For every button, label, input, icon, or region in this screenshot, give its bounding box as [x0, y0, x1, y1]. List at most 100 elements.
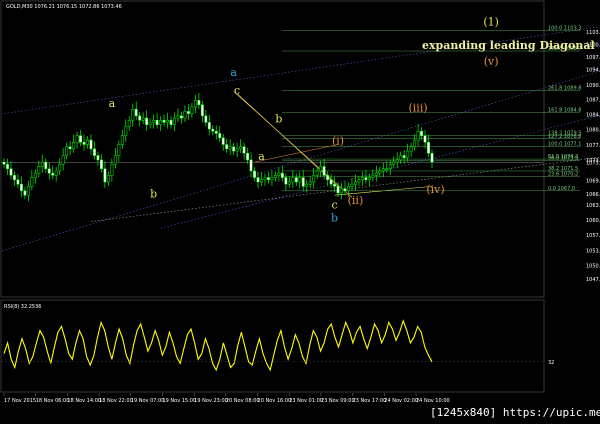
candle-body	[127, 119, 131, 128]
time-tick-label: 24 Nov 02:00	[384, 398, 418, 404]
wave-label: (1)	[483, 15, 499, 28]
price-tick-label: 1060.35	[586, 218, 600, 224]
candle-body	[301, 177, 305, 187]
candle-body	[99, 159, 103, 169]
candle-body	[232, 146, 236, 152]
price-tick-label: 1066.25	[586, 192, 600, 198]
candle-body	[218, 133, 222, 139]
candle-body	[371, 175, 375, 178]
candle-body	[183, 111, 187, 119]
time-tick-label: 18 Nov 22:00	[99, 398, 133, 404]
candle-body	[267, 177, 270, 181]
candle-body	[409, 146, 413, 152]
candle-body	[19, 183, 23, 192]
price-tick-label: 1080.85	[586, 128, 600, 134]
candle-body	[207, 122, 211, 130]
candle-body	[134, 108, 138, 117]
price-tick-label: 1069.35	[586, 178, 600, 184]
candle-body	[256, 177, 260, 183]
candle-body	[221, 137, 225, 145]
candle-body	[322, 166, 326, 176]
candle-body	[162, 119, 166, 123]
candle-body	[211, 128, 215, 132]
candle-body	[392, 161, 396, 165]
candle-body	[180, 115, 183, 119]
candle-body	[33, 172, 37, 178]
time-tick-label: 19 Nov 23:00	[194, 398, 228, 404]
fib-label: 161.8 1084.8	[548, 107, 581, 113]
candle-body	[193, 100, 197, 108]
candle-body	[239, 146, 243, 150]
price-tick-label: 1063.80	[586, 203, 600, 209]
candle-body	[44, 161, 48, 169]
candle-body	[103, 168, 107, 183]
candle-body	[253, 170, 256, 178]
candle-body	[246, 153, 250, 161]
candle-body	[319, 166, 323, 172]
symbol-info: GOLD,M30 1076.21 1076.15 1072.86 1073.46	[6, 4, 122, 10]
candle-body	[347, 186, 350, 192]
candle-body	[280, 172, 284, 178]
time-tick-label: 23 Nov 09:00	[321, 398, 355, 404]
price-tick-label: 1057.00	[586, 233, 600, 239]
candle-body	[326, 175, 330, 181]
candle-body	[416, 131, 420, 141]
candle-body	[413, 139, 417, 147]
candle-body	[58, 164, 62, 172]
candle-body	[166, 119, 169, 123]
candle-body	[148, 122, 152, 125]
candle-body	[72, 142, 76, 150]
wave-label: b	[331, 212, 338, 225]
time-tick-label: 20 Nov 08:00	[226, 398, 260, 404]
candle-body	[110, 164, 114, 176]
wave-label: a	[258, 150, 265, 163]
price-chart[interactable]: 100.0 1103.3161.8 1098.7261.8 1089.8161.…	[0, 0, 600, 424]
candle-body	[190, 106, 194, 114]
candle-body	[343, 188, 347, 192]
candle-body	[6, 164, 9, 169]
fib-label: 0.0 1067.0	[548, 186, 575, 192]
wave-label: a	[109, 97, 116, 110]
candle-body	[360, 177, 364, 181]
candle-body	[340, 188, 343, 194]
time-tick-label: 19 Nov 15:00	[162, 398, 196, 404]
rsi-label: RSI(8) 32.2536	[4, 304, 41, 310]
time-tick-label: 23 Nov 01:00	[289, 398, 323, 404]
time-tick-label: 17 Nov 2015	[4, 398, 36, 404]
candle-body	[169, 119, 173, 125]
candle-body	[430, 153, 434, 163]
wave-label: b	[275, 112, 282, 125]
price-tick-label: 1053.45	[586, 249, 600, 255]
candle-body	[23, 190, 27, 196]
wave-label: b	[150, 187, 157, 200]
candle-body	[93, 148, 96, 156]
candle-body	[287, 181, 291, 185]
fib-label: 100.0 1077.1	[548, 141, 581, 147]
candle-body	[374, 172, 378, 176]
candle-body	[214, 131, 218, 134]
candle-body	[89, 139, 93, 150]
price-tick-label: 1097.35	[586, 55, 600, 61]
candle-body	[305, 183, 309, 187]
candle-body	[120, 135, 124, 145]
candle-body	[30, 177, 34, 187]
candle-body	[273, 175, 277, 178]
price-tick-label: 1090.95	[586, 83, 600, 89]
fib-label: 50.0 1073.9	[548, 155, 578, 161]
candle-body	[284, 177, 288, 185]
candle-body	[350, 183, 354, 187]
price-tick-label: 1094.50	[586, 68, 600, 74]
wave-label: (iii)	[409, 101, 428, 114]
candle-body	[106, 175, 110, 183]
candle-body	[399, 155, 403, 161]
candle-body	[263, 177, 267, 181]
candle-body	[2, 161, 6, 165]
candle-body	[353, 181, 357, 185]
candle-body	[96, 155, 100, 161]
candle-body	[298, 177, 302, 183]
candle-body	[159, 119, 163, 125]
candle-body	[155, 119, 159, 125]
candle-body	[312, 175, 316, 183]
chart-headline: expanding leading Diagonal	[422, 39, 595, 52]
time-tick-label: 20 Nov 16:00	[258, 398, 292, 404]
